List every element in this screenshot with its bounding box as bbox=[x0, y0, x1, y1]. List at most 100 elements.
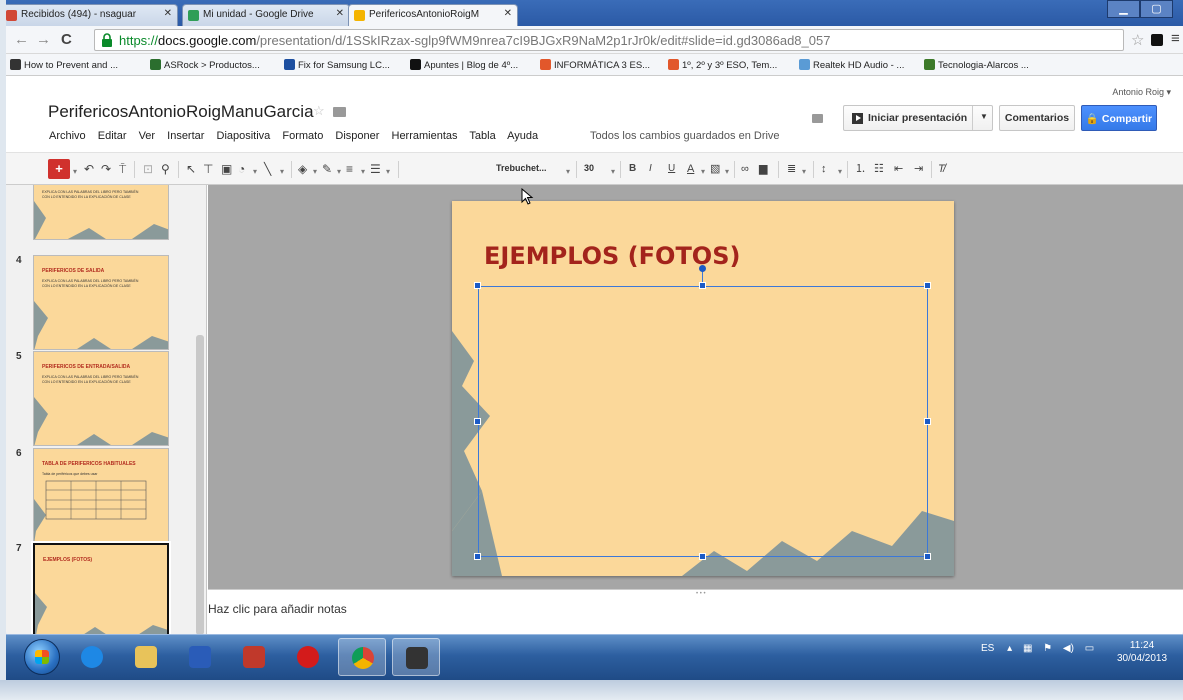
show-hidden-icons-icon[interactable]: ▴ bbox=[1007, 643, 1012, 654]
network-icon[interactable]: ▦ bbox=[1023, 643, 1032, 654]
slide-thumbnail[interactable]: EXPLICA CON LAS PALABRAS DEL LIBRO PERO … bbox=[33, 185, 169, 240]
close-icon[interactable]: ✕ bbox=[336, 8, 344, 19]
new-slide-button[interactable]: + bbox=[48, 159, 70, 179]
slide-thumbnail[interactable]: PERIFERICOS DE SALIDA EXPLICA CON LAS PA… bbox=[33, 255, 169, 350]
menu-insertar[interactable]: Insertar bbox=[167, 130, 204, 142]
close-icon[interactable]: ✕ bbox=[164, 8, 172, 19]
menu-editar[interactable]: Editar bbox=[98, 130, 127, 142]
menu-tabla[interactable]: Tabla bbox=[469, 130, 495, 142]
paint-format-icon[interactable]: ⍑ bbox=[119, 162, 126, 176]
chevron-down-icon[interactable]: ▾ bbox=[566, 165, 570, 179]
chevron-down-icon[interactable]: ▾ bbox=[313, 165, 317, 179]
language-indicator[interactable]: ES bbox=[981, 643, 994, 654]
resize-handle[interactable] bbox=[699, 282, 706, 289]
slide-thumbnail-selected[interactable]: EJEMPLOS (FOTOS) bbox=[31, 541, 171, 640]
taskbar-chrome[interactable] bbox=[338, 638, 386, 676]
menu-formato[interactable]: Formato bbox=[282, 130, 323, 142]
start-button[interactable] bbox=[24, 639, 60, 675]
url-input[interactable]: https://docs.google.com/presentation/d/1… bbox=[94, 29, 1124, 51]
shape-icon[interactable]: ◔ bbox=[238, 162, 245, 176]
notes-placeholder[interactable]: Haz clic para añadir notas bbox=[208, 602, 347, 616]
zoom-fit-icon[interactable]: ⊡ bbox=[143, 162, 153, 176]
maximize-button[interactable]: ▢ bbox=[1140, 0, 1173, 18]
slide-thumbnail[interactable]: PERIFERICOS DE ENTRADA/SALIDA EXPLICA CO… bbox=[33, 351, 169, 446]
chevron-down-icon[interactable]: ▾ bbox=[337, 165, 341, 179]
taskbar-media[interactable] bbox=[176, 638, 224, 676]
chevron-down-icon[interactable]: ▾ bbox=[611, 165, 615, 179]
chevron-down-icon[interactable]: ▼ bbox=[980, 112, 988, 121]
tab-gmail[interactable]: Recibidos (494) - nsaguar ✕ bbox=[6, 4, 178, 26]
chat-icon[interactable] bbox=[812, 114, 823, 123]
chevron-down-icon[interactable]: ▾ bbox=[73, 165, 77, 179]
line-spacing-icon[interactable]: ↕ bbox=[821, 162, 827, 176]
clear-formatting-icon[interactable]: T̸ bbox=[938, 162, 945, 176]
taskbar-app[interactable] bbox=[230, 638, 278, 676]
highlight-color-icon[interactable]: ▧ bbox=[710, 162, 720, 176]
zoom-icon[interactable]: ⚲ bbox=[161, 162, 170, 176]
rotation-handle[interactable] bbox=[699, 265, 706, 272]
bookmark-item[interactable]: Realtek HD Audio - ... bbox=[799, 59, 904, 71]
chevron-down-icon[interactable]: ▾ bbox=[725, 165, 729, 179]
resize-handle[interactable] bbox=[474, 282, 481, 289]
taskbar-ie[interactable] bbox=[68, 638, 116, 676]
share-button[interactable]: 🔒 Compartir bbox=[1081, 105, 1157, 131]
line-dash-icon[interactable]: ☰ bbox=[370, 162, 381, 176]
line-color-icon[interactable]: ✎ bbox=[322, 162, 332, 176]
bookmark-item[interactable]: Tecnologia-Alarcos ... bbox=[924, 59, 1029, 71]
filmstrip-scrollbar[interactable] bbox=[196, 335, 204, 635]
resize-handle[interactable] bbox=[924, 553, 931, 560]
resize-handle[interactable] bbox=[474, 418, 481, 425]
menu-archivo[interactable]: Archivo bbox=[49, 130, 86, 142]
resize-handle[interactable] bbox=[699, 553, 706, 560]
bulleted-list-icon[interactable]: ☷ bbox=[874, 162, 884, 176]
reload-icon[interactable]: C bbox=[61, 31, 72, 48]
flag-icon[interactable]: ⚑ bbox=[1043, 643, 1052, 654]
resize-handle[interactable] bbox=[474, 553, 481, 560]
chevron-down-icon[interactable]: ▾ bbox=[701, 165, 705, 179]
image-icon[interactable]: ▣ bbox=[221, 162, 232, 176]
text-box-icon[interactable]: ⊤ bbox=[203, 162, 213, 176]
forward-icon[interactable]: → bbox=[36, 31, 51, 48]
speaker-notes[interactable]: • • • Haz clic para añadir notas bbox=[208, 589, 1183, 640]
select-icon[interactable]: ↖ bbox=[186, 162, 196, 176]
taskbar-explorer[interactable] bbox=[122, 638, 170, 676]
resize-grip-icon[interactable]: • • • bbox=[696, 591, 706, 597]
comment-icon[interactable]: ▆ bbox=[759, 162, 767, 176]
chevron-down-icon[interactable]: ▾ bbox=[280, 165, 284, 179]
taskbar-screen-recorder[interactable] bbox=[392, 638, 440, 676]
slide-thumbnail[interactable]: TABLA DE PERIFERICOS HABITUALES Tabla de… bbox=[33, 448, 169, 543]
extension-icon[interactable] bbox=[1151, 34, 1163, 46]
folder-icon[interactable] bbox=[333, 107, 346, 117]
line-weight-icon[interactable]: ≡ bbox=[346, 162, 353, 176]
bookmark-item[interactable]: INFORMÁTICA 3 ES... bbox=[540, 59, 650, 71]
italic-icon[interactable]: I bbox=[649, 162, 652, 176]
redo-icon[interactable]: ↷ bbox=[101, 162, 111, 176]
menu-icon[interactable]: ≡ bbox=[1171, 30, 1180, 47]
bookmark-item[interactable]: Fix for Samsung LC... bbox=[284, 59, 390, 71]
volume-icon[interactable]: ◀) bbox=[1063, 643, 1074, 654]
comments-button[interactable]: Comentarios bbox=[999, 105, 1075, 131]
underline-icon[interactable]: U bbox=[668, 162, 675, 176]
decrease-indent-icon[interactable]: ⇤ bbox=[894, 162, 903, 176]
text-color-icon[interactable]: A bbox=[687, 162, 694, 176]
menu-herramientas[interactable]: Herramientas bbox=[392, 130, 458, 142]
chevron-down-icon[interactable]: ▾ bbox=[253, 165, 257, 179]
star-icon[interactable]: ☆ bbox=[313, 103, 325, 119]
start-presentation-button[interactable]: Iniciar presentación ▼ bbox=[843, 105, 993, 131]
taskbar-clock[interactable]: 11:24 30/04/2013 bbox=[1117, 639, 1167, 665]
font-size-select[interactable]: 30 bbox=[584, 163, 594, 173]
user-account[interactable]: Antonio Roig ▾ bbox=[1112, 87, 1171, 98]
chevron-down-icon[interactable]: ▾ bbox=[386, 165, 390, 179]
tab-drive[interactable]: Mi unidad - Google Drive ✕ bbox=[182, 4, 350, 26]
menu-ayuda[interactable]: Ayuda bbox=[507, 130, 538, 142]
resize-handle[interactable] bbox=[924, 282, 931, 289]
bold-icon[interactable]: B bbox=[629, 162, 636, 176]
line-icon[interactable]: ╲ bbox=[264, 162, 271, 176]
undo-icon[interactable]: ↶ bbox=[84, 162, 94, 176]
power-icon[interactable]: ▭ bbox=[1085, 643, 1094, 654]
bookmark-item[interactable]: ASRock > Productos... bbox=[150, 59, 260, 71]
fill-color-icon[interactable]: ◈ bbox=[298, 162, 307, 176]
bookmark-item[interactable]: Apuntes | Blog de 4º... bbox=[410, 59, 518, 71]
align-icon[interactable]: ≣ bbox=[787, 162, 796, 176]
tab-presentation[interactable]: PerifericosAntonioRoigM ✕ bbox=[348, 4, 518, 26]
